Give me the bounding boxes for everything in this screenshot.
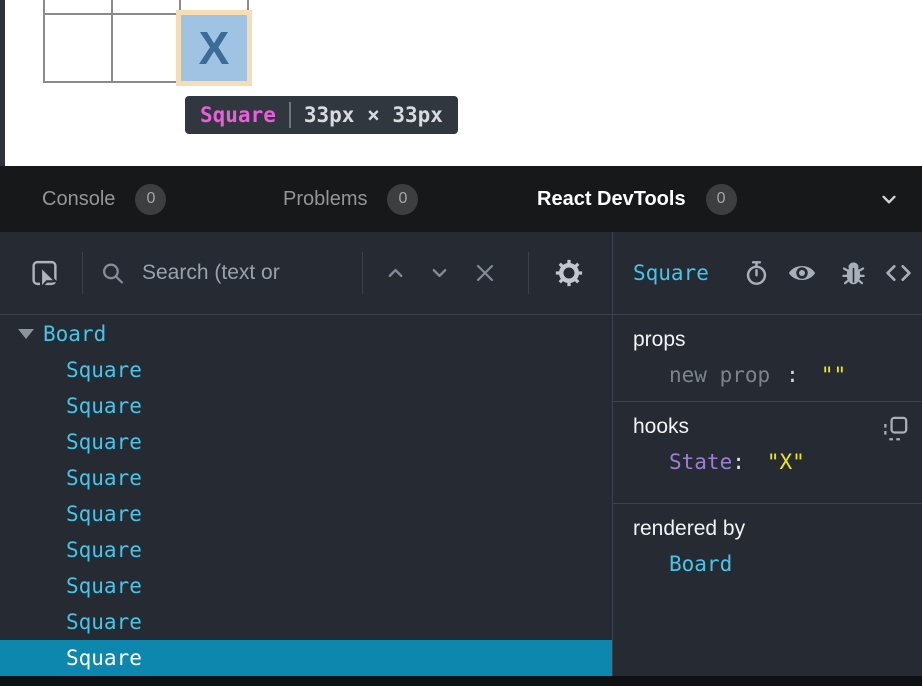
- react-devtools-count-badge: 0: [706, 184, 737, 215]
- tab-problems-label: Problems: [283, 188, 367, 211]
- props-section: props new prop : "": [613, 315, 922, 402]
- new-prop-row: new prop : "": [633, 363, 922, 387]
- window-edge: [0, 0, 5, 166]
- board-cell[interactable]: [181, 0, 247, 13]
- component-tree: Board Square Square Square Square Square Squa…: [0, 315, 612, 676]
- inspected-element-header: Square: [612, 232, 922, 314]
- console-count-badge: 0: [135, 184, 166, 215]
- tree-item-label: Square: [66, 646, 142, 670]
- toolbar-divider: [362, 252, 363, 294]
- tooltip-component-name: Square: [200, 103, 276, 127]
- element-picker-icon[interactable]: [30, 259, 59, 288]
- chevron-up-icon[interactable]: [384, 262, 407, 285]
- parse-hooks-icon[interactable]: [882, 415, 909, 442]
- hooks-section: hooks State: "X": [613, 402, 922, 504]
- prop-colon: :: [786, 363, 799, 387]
- tree-item-square[interactable]: Square: [0, 568, 612, 604]
- board-cell[interactable]: [45, 0, 111, 13]
- rendered-by-row: Board: [633, 552, 922, 576]
- tree-item-label: Square: [66, 610, 142, 634]
- tree-item-square[interactable]: Square: [0, 352, 612, 388]
- tooltip-divider: [289, 102, 291, 128]
- hook-name: State: [669, 450, 732, 474]
- react-devtools-toolbar: Square: [0, 232, 922, 315]
- board-cell[interactable]: [113, 15, 179, 81]
- tree-item-label: Square: [66, 358, 142, 382]
- tree-item-label: Square: [66, 502, 142, 526]
- tree-item-label: Square: [66, 394, 142, 418]
- board-preview: X Square 33px × 33px: [0, 0, 922, 166]
- rendered-by-title: rendered by: [633, 517, 922, 541]
- hooks-section-title: hooks: [633, 415, 922, 439]
- gear-icon[interactable]: [554, 258, 584, 288]
- tree-item-square[interactable]: Square: [0, 460, 612, 496]
- tree-item-label: Square: [66, 538, 142, 562]
- new-prop-value-field[interactable]: "": [821, 363, 846, 387]
- inspected-component-name: Square: [633, 261, 709, 285]
- stopwatch-icon[interactable]: [743, 260, 770, 287]
- devtools-window: X Square 33px × 33px Console 0 Problems …: [0, 0, 922, 686]
- react-devtools-content: Board Square Square Square Square Square Squa…: [0, 315, 922, 676]
- tab-console-label: Console: [42, 188, 115, 211]
- tree-item-label: Square: [66, 574, 142, 598]
- chevron-down-icon[interactable]: [428, 262, 451, 285]
- tree-item-square[interactable]: Square: [0, 604, 612, 640]
- tab-console[interactable]: Console 0: [42, 166, 166, 232]
- tree-item-square[interactable]: Square: [0, 388, 612, 424]
- toolbar-divider: [528, 252, 529, 294]
- code-brackets-icon[interactable]: [884, 259, 913, 288]
- inspected-element-panel: props new prop : "" hooks State: [612, 315, 922, 676]
- problems-count-badge: 0: [387, 184, 418, 215]
- tree-item-square[interactable]: Square: [0, 532, 612, 568]
- tictactoe-board: X: [43, 0, 249, 83]
- board-cell[interactable]: [113, 0, 179, 13]
- chevron-down-icon[interactable]: [876, 166, 902, 232]
- state-hook-row: State: "X": [633, 450, 922, 474]
- tree-item-label: Square: [66, 430, 142, 454]
- search-icon: [100, 261, 125, 286]
- eye-icon[interactable]: [787, 258, 817, 288]
- tab-problems[interactable]: Problems 0: [283, 166, 418, 232]
- cell-mark: X: [199, 21, 230, 75]
- tab-react-devtools-label: React DevTools: [537, 188, 686, 211]
- tree-toolbar: [0, 232, 612, 314]
- disclosure-triangle-icon[interactable]: [18, 329, 34, 339]
- inspect-overlay-tooltip: Square 33px × 33px: [185, 96, 458, 134]
- tooltip-dimensions: 33px × 33px: [304, 103, 443, 127]
- bottom-bar: [0, 676, 922, 686]
- search-input[interactable]: [142, 261, 354, 285]
- clear-icon[interactable]: [473, 261, 497, 285]
- props-section-title: props: [633, 328, 922, 352]
- tree-item-square[interactable]: Square: [0, 424, 612, 460]
- new-prop-field[interactable]: new prop: [669, 363, 770, 387]
- tree-item-board[interactable]: Board: [0, 316, 612, 352]
- hook-value[interactable]: "X": [767, 450, 805, 474]
- bug-icon[interactable]: [840, 260, 867, 287]
- devtools-tab-bar: Console 0 Problems 0 React DevTools 0: [0, 166, 922, 232]
- board-cell[interactable]: [45, 15, 111, 81]
- tab-react-devtools[interactable]: React DevTools 0: [537, 166, 737, 232]
- hook-colon: :: [732, 450, 745, 474]
- tree-item-label: Board: [43, 322, 106, 346]
- rendered-by-section: rendered by Board: [613, 504, 922, 676]
- board-cell-highlighted[interactable]: X: [181, 15, 247, 81]
- rendered-by-link[interactable]: Board: [669, 552, 732, 576]
- tree-item-label: Square: [66, 466, 142, 490]
- toolbar-divider: [82, 252, 83, 294]
- tree-item-square[interactable]: Square: [0, 496, 612, 532]
- tree-item-square[interactable]: Square: [0, 640, 612, 676]
